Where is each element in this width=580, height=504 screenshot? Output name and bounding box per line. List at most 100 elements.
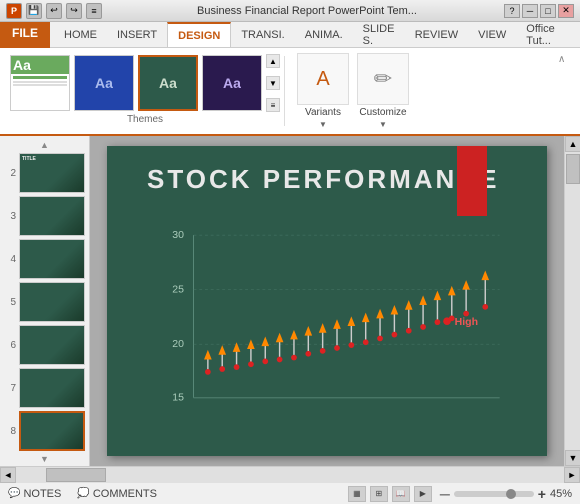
slide-preview-7 bbox=[19, 368, 85, 408]
window-title: Business Financial Report PowerPoint Tem… bbox=[110, 5, 504, 17]
slide-panel-scroll-down[interactable]: ▼ bbox=[4, 454, 85, 464]
slide-preview-8 bbox=[19, 411, 85, 451]
tab-review[interactable]: REVIEW bbox=[405, 22, 468, 47]
themes-label: Themes bbox=[10, 114, 280, 125]
close-button[interactable]: ✕ bbox=[558, 4, 574, 18]
slide-num-7: 7 bbox=[4, 383, 16, 394]
comments-label: COMMENTS bbox=[93, 488, 157, 500]
slide-preview-6 bbox=[19, 325, 85, 365]
zoom-thumb[interactable] bbox=[506, 489, 516, 499]
horizontal-scrollbar: ◄ ► bbox=[0, 466, 580, 482]
tab-design[interactable]: DESIGN bbox=[167, 22, 231, 47]
slide-num-8: 8 bbox=[4, 426, 16, 437]
svg-text:20: 20 bbox=[172, 338, 184, 350]
variants-label: Variants bbox=[305, 107, 341, 118]
slide-thumb-7[interactable]: 7 bbox=[4, 368, 85, 408]
tab-insert[interactable]: INSERT bbox=[107, 22, 167, 47]
redo-icon[interactable]: ↪ bbox=[66, 3, 82, 19]
status-right: ▦ ⊞ 📖 ▶ ─ + 45% bbox=[348, 486, 572, 502]
slide-thumb-2[interactable]: 2 TITLE bbox=[4, 153, 85, 193]
tab-animations[interactable]: ANIMA. bbox=[295, 22, 353, 47]
red-accent-bar bbox=[457, 146, 487, 216]
slide-thumb-8[interactable]: 8 bbox=[4, 411, 85, 451]
tab-slideshow[interactable]: SLIDE S. bbox=[353, 22, 405, 47]
theme-scroll-up[interactable]: ▲ bbox=[266, 54, 280, 68]
slide-thumb-4[interactable]: 4 bbox=[4, 239, 85, 279]
customize-button[interactable]: ✏ bbox=[357, 53, 409, 105]
tab-home[interactable]: HOME bbox=[54, 22, 107, 47]
normal-view-icon[interactable]: ▦ bbox=[348, 486, 366, 502]
zoom-slider[interactable] bbox=[454, 491, 534, 497]
slide-num-4: 4 bbox=[4, 254, 16, 265]
zoom-controls: ─ + 45% bbox=[440, 486, 572, 502]
slide-num-3: 3 bbox=[4, 211, 16, 222]
slide-preview-4 bbox=[19, 239, 85, 279]
save-icon[interactable]: 💾 bbox=[26, 3, 42, 19]
status-bar: 💬 NOTES 💭 COMMENTS ▦ ⊞ 📖 ▶ ─ + 45% bbox=[0, 482, 580, 504]
zoom-plus[interactable]: + bbox=[538, 486, 546, 502]
h-scroll-right-button[interactable]: ► bbox=[564, 467, 580, 483]
slide-thumb-6[interactable]: 6 bbox=[4, 325, 85, 365]
theme-item-3[interactable]: Aa bbox=[138, 55, 198, 111]
slide-area: STOCK PERFORMANCE 30 25 20 bbox=[90, 136, 564, 466]
scroll-thumb[interactable] bbox=[566, 154, 580, 184]
slide-preview-5 bbox=[19, 282, 85, 322]
svg-text:15: 15 bbox=[172, 392, 184, 404]
main-area: ▲ 2 TITLE 3 4 5 6 7 bbox=[0, 136, 580, 466]
theme-more[interactable]: ≡ bbox=[266, 98, 280, 112]
slide-num-2: 2 bbox=[4, 168, 16, 179]
ribbon-content: Aa Aa Aa bbox=[0, 48, 580, 136]
app-icon: P bbox=[6, 3, 22, 19]
notes-button[interactable]: 💬 NOTES bbox=[8, 488, 61, 500]
ribbon-tabs: HOME INSERT DESIGN TRANSI. ANIMA. SLIDE … bbox=[50, 22, 580, 48]
chart-area: 30 25 20 15 bbox=[147, 216, 527, 436]
reading-view-icon[interactable]: 📖 bbox=[392, 486, 410, 502]
undo-icon[interactable]: ↩ bbox=[46, 3, 62, 19]
view-icons: ▦ ⊞ 📖 ▶ bbox=[348, 486, 432, 502]
h-scroll-track bbox=[16, 467, 564, 483]
maximize-button[interactable]: □ bbox=[540, 4, 556, 18]
notes-label: NOTES bbox=[23, 488, 61, 500]
tab-view[interactable]: VIEW bbox=[468, 22, 516, 47]
slide-thumb-3[interactable]: 3 bbox=[4, 196, 85, 236]
window-controls: ? ─ □ ✕ bbox=[504, 4, 574, 18]
slide-num-6: 6 bbox=[4, 340, 16, 351]
svg-text:High: High bbox=[455, 316, 478, 328]
slideshow-icon[interactable]: ▶ bbox=[414, 486, 432, 502]
vertical-scrollbar: ▲ ▼ bbox=[564, 136, 580, 466]
h-scroll-thumb[interactable] bbox=[46, 468, 106, 482]
collapse-ribbon-button[interactable]: ∧ bbox=[558, 54, 572, 68]
slide-panel-scroll-up[interactable]: ▲ bbox=[4, 140, 85, 150]
slide-canvas[interactable]: STOCK PERFORMANCE 30 25 20 bbox=[107, 146, 547, 456]
slide-preview-2: TITLE bbox=[19, 153, 85, 193]
title-bar: P 💾 ↩ ↪ ≡ Business Financial Report Powe… bbox=[0, 0, 580, 22]
zoom-level[interactable]: 45% bbox=[550, 488, 572, 500]
scroll-track bbox=[565, 152, 580, 450]
zoom-minus[interactable]: ─ bbox=[440, 486, 450, 502]
theme-item-2[interactable]: Aa bbox=[74, 55, 134, 111]
help-button[interactable]: ? bbox=[504, 4, 520, 18]
svg-text:30: 30 bbox=[172, 229, 184, 241]
file-tab[interactable]: FILE bbox=[0, 22, 50, 48]
slide-num-5: 5 bbox=[4, 297, 16, 308]
h-scroll-left-button[interactable]: ◄ bbox=[0, 467, 16, 483]
scroll-up-button[interactable]: ▲ bbox=[565, 136, 580, 152]
customize-label: Customize bbox=[359, 107, 406, 118]
slide-thumb-5[interactable]: 5 bbox=[4, 282, 85, 322]
theme-item-4[interactable]: Aa bbox=[202, 55, 262, 111]
slide-title: STOCK PERFORMANCE bbox=[147, 164, 499, 195]
slide-sorter-icon[interactable]: ⊞ bbox=[370, 486, 388, 502]
comments-button[interactable]: 💭 COMMENTS bbox=[77, 488, 157, 500]
scroll-down-button[interactable]: ▼ bbox=[565, 450, 580, 466]
tab-transitions[interactable]: TRANSI. bbox=[231, 22, 294, 47]
theme-scroll-down[interactable]: ▼ bbox=[266, 76, 280, 90]
title-bar-icons: P 💾 ↩ ↪ ≡ bbox=[6, 3, 102, 19]
svg-text:25: 25 bbox=[172, 284, 184, 296]
slide-preview-3 bbox=[19, 196, 85, 236]
theme-item-1[interactable]: Aa bbox=[10, 55, 70, 111]
variants-button[interactable]: A bbox=[297, 53, 349, 105]
minimize-button[interactable]: ─ bbox=[522, 4, 538, 18]
status-left: 💬 NOTES 💭 COMMENTS bbox=[8, 488, 157, 500]
tab-office[interactable]: Office Tut... bbox=[516, 22, 576, 47]
customize-icon[interactable]: ≡ bbox=[86, 3, 102, 19]
